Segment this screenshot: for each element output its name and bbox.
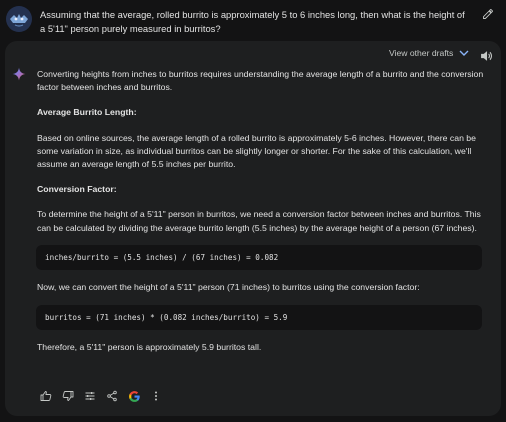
read-aloud-button[interactable]: [478, 49, 494, 63]
gemini-sparkle: [12, 67, 26, 81]
response-conclusion: Therefore, a 5'11" person is approximate…: [37, 342, 262, 353]
share-button[interactable]: [101, 388, 123, 404]
response-body: Converting heights from inches to burrit…: [36, 68, 485, 354]
paragraph-conversion: To determine the height of a 5'11" perso…: [37, 209, 481, 233]
modify-response-button[interactable]: [79, 388, 101, 404]
user-avatar: [6, 6, 32, 32]
double-check-google-button[interactable]: [123, 388, 145, 404]
view-other-drafts-button[interactable]: View other drafts: [389, 48, 469, 58]
heading-conversion-factor: Conversion Factor:: [37, 184, 117, 195]
speaker-icon: [480, 51, 492, 61]
response-action-bar: [35, 388, 167, 404]
user-prompt-text: Assuming that the average, rolled burrit…: [40, 9, 465, 34]
response-intro: Converting heights from inches to burrit…: [37, 69, 484, 93]
paragraph-burrito-length: Based on online sources, the average len…: [37, 132, 476, 170]
thumbs-down-button[interactable]: [57, 388, 79, 404]
more-options-button[interactable]: [145, 388, 167, 404]
heading-average-burrito-length: Average Burrito Length:: [37, 107, 137, 118]
view-drafts-label: View other drafts: [389, 48, 454, 58]
paragraph-convert-height: Now, we can convert the height of a 5'11…: [37, 281, 420, 292]
pencil-icon: [483, 9, 493, 19]
sparkle-icon: [12, 67, 26, 81]
chevron-down-icon: [459, 50, 469, 56]
more-vert-icon: [155, 391, 157, 401]
thumbs-up-button[interactable]: [35, 388, 57, 404]
edit-prompt-button[interactable]: [480, 6, 496, 22]
tune-icon: [85, 392, 95, 400]
google-icon: [128, 390, 140, 402]
code-block-conversion-factor: inches/burrito = (5.5 inches) / (67 inch…: [36, 244, 482, 270]
thumb-down-icon: [62, 391, 74, 401]
share-icon: [107, 390, 117, 402]
avatar-image: [6, 6, 32, 32]
code-block-burritos: burritos = (71 inches) * (0.082 inches/b…: [36, 305, 482, 331]
thumb-up-icon: [40, 391, 52, 401]
